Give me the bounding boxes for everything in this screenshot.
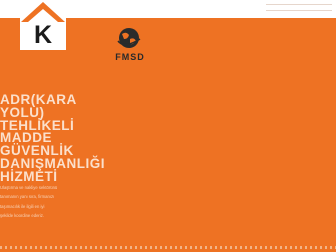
hero-description-line: taşımacılık ile ilgili en iyi (0, 203, 45, 209)
hero-description-line: şekilde koordine ederiz. (0, 213, 44, 219)
hero-title: ADR(KARA YOLU) TEHLİKELİ MADDE GÜVENLİK … (0, 93, 110, 184)
partner-logo[interactable]: FMSD (107, 27, 153, 63)
hero-description: Ulaştırma ve nakliye sektörünü tanımanın… (0, 183, 90, 221)
brand-letter: K (33, 21, 53, 49)
brand-logo[interactable]: K (20, 0, 66, 50)
menu-line (266, 4, 332, 5)
bottom-divider (0, 246, 336, 249)
hero-description-line: Ulaştırma ve nakliye sektörünü (0, 185, 58, 190)
menu-lines-icon[interactable] (266, 4, 332, 12)
menu-line (266, 10, 332, 11)
partner-logo-text: FMSD (115, 52, 145, 62)
page: K FMSD ADR(KARA YOLU) TEHLİKELİ MADDE GÜ… (0, 0, 336, 252)
hero-description-line: tanımanın yanı sıra, firmanızı (0, 194, 55, 200)
hero-title-line: HİZMETİ (0, 168, 58, 184)
